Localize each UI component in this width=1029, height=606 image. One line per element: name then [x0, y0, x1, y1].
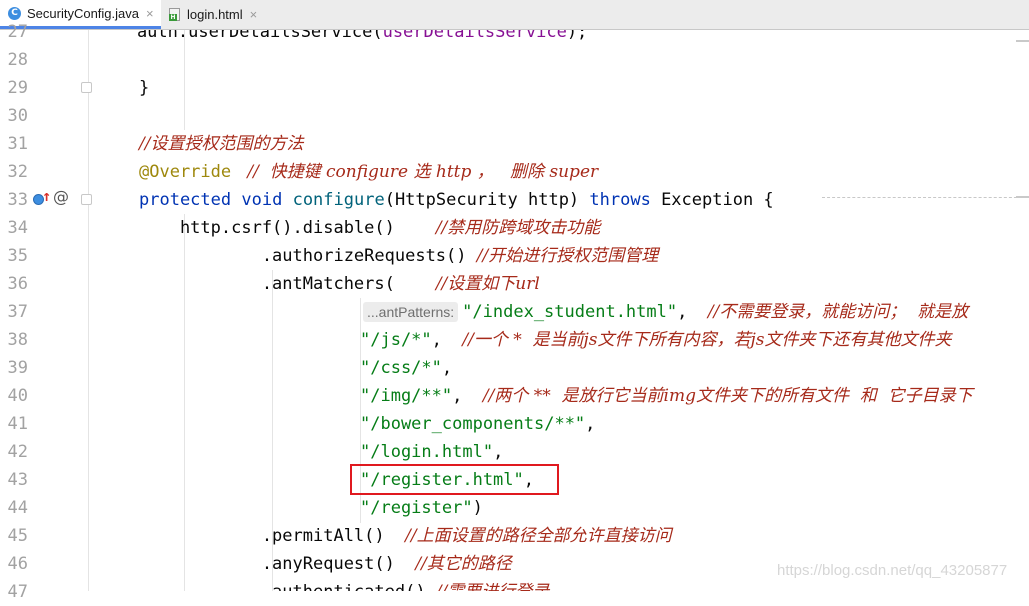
- current-line-marker: [822, 197, 1022, 199]
- code-line-37: ...antPatterns: "/index_student.html", //…: [363, 298, 968, 326]
- line-number: 39: [7, 358, 28, 378]
- scrollbar-marker[interactable]: [1016, 40, 1029, 42]
- code-line-27: auth.userDetailsService(userDetailsServi…: [96, 30, 588, 42]
- code-editor[interactable]: auth.userDetailsService(userDetailsServi…: [96, 30, 1029, 591]
- code-line-29: }: [139, 78, 150, 98]
- line-number: 35: [7, 246, 28, 266]
- tab-label: SecurityConfig.java: [27, 5, 139, 21]
- line-number: 43: [7, 470, 28, 490]
- line-number: 38: [7, 330, 28, 350]
- line-number: 33: [7, 190, 28, 210]
- close-icon[interactable]: ×: [250, 7, 258, 22]
- code-line-38: "/js/*", //一个 * 是当前js文件下所有内容，若js文件夹下还有其他…: [360, 330, 952, 350]
- fold-marker-icon[interactable]: [81, 194, 92, 205]
- line-number: 30: [7, 106, 28, 126]
- line-number: 29: [7, 78, 28, 98]
- editor-tab-bar: C SecurityConfig.java × login.html ×: [0, 0, 1029, 30]
- annotation-icon: @: [53, 187, 69, 206]
- code-line-47: .authenticated() //需要进行登录: [139, 578, 549, 591]
- code-line-36: .antMatchers( //设置如下url: [139, 274, 540, 294]
- override-arrow-icon: ↑: [42, 187, 52, 205]
- line-number: 46: [7, 554, 28, 574]
- line-number: 42: [7, 442, 28, 462]
- code-line-33: protected void configure(HttpSecurity ht…: [139, 190, 774, 210]
- fold-marker-icon[interactable]: [81, 82, 92, 93]
- code-line-41: "/bower_components/**",: [360, 414, 596, 434]
- code-line-40: "/img/**", //两个 ** 是放行它当前img文件夹下的所有文件 和 …: [360, 386, 973, 406]
- line-number: 44: [7, 498, 28, 518]
- line-number: 45: [7, 526, 28, 546]
- tab-login-html[interactable]: login.html ×: [162, 0, 272, 29]
- code-line-45: .permitAll() //上面设置的路径全部允许直接访问: [139, 526, 672, 546]
- line-number: 31: [7, 134, 28, 154]
- scrollbar-marker[interactable]: [1016, 196, 1029, 198]
- code-line-46: .anyRequest() //其它的路径: [139, 554, 512, 574]
- editor-gutter[interactable]: 27 28 29 30 31 32 33 34 35 36 37 38 39 4…: [0, 22, 92, 602]
- line-number: 27: [7, 22, 28, 42]
- close-icon[interactable]: ×: [146, 6, 154, 21]
- line-number: 37: [7, 302, 28, 322]
- line-number: 36: [7, 274, 28, 294]
- tab-label: login.html: [187, 7, 243, 22]
- code-line-34: http.csrf().disable() //禁用防跨域攻击功能: [139, 218, 601, 238]
- code-line-44: "/register"): [360, 498, 483, 518]
- line-number: 47: [7, 582, 28, 602]
- line-number: 41: [7, 414, 28, 434]
- line-number: 40: [7, 386, 28, 406]
- code-line-31: //设置授权范围的方法: [139, 134, 304, 154]
- line-number: 32: [7, 162, 28, 182]
- watermark: https://blog.csdn.net/qq_43205877: [777, 562, 1008, 579]
- line-number: 34: [7, 218, 28, 238]
- highlight-annotation-box: [350, 464, 559, 495]
- line-number: 28: [7, 50, 28, 70]
- html-file-icon: [169, 8, 180, 21]
- code-line-39: "/css/*",: [360, 358, 453, 378]
- code-line-35: .authorizeRequests() //开始进行授权范围管理: [139, 246, 659, 266]
- code-line-32: @Override // 快捷键 configure 选 http ， 删除 s…: [139, 162, 599, 182]
- code-line-42: "/login.html",: [360, 442, 504, 462]
- parameter-hint: ...antPatterns:: [363, 302, 459, 322]
